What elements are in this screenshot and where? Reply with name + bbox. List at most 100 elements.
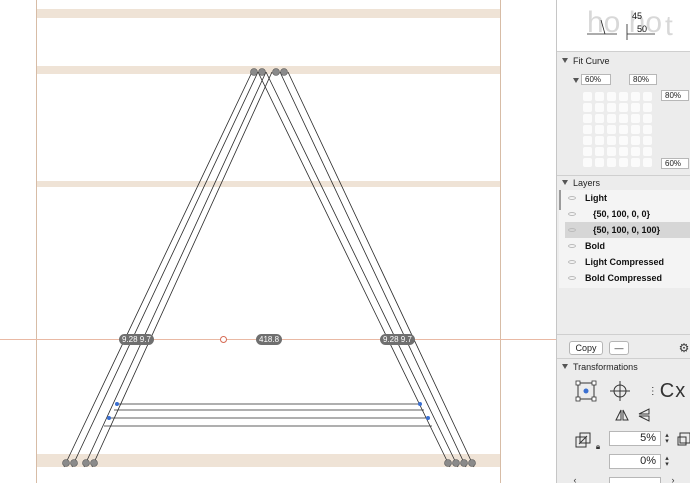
layer-visibility-icon[interactable] (568, 276, 576, 280)
layer-row-selected[interactable]: {50, 100, 0, 100} (565, 222, 690, 238)
fit-curve-cell[interactable] (595, 92, 604, 101)
layer-row[interactable]: Light (565, 190, 690, 206)
layer-visibility-icon[interactable] (568, 244, 576, 248)
layers-header[interactable]: Layers (557, 176, 690, 190)
fit-curve-cell[interactable] (631, 158, 640, 167)
fit-curve-cell[interactable] (607, 103, 616, 112)
fit-curve-cell[interactable] (631, 125, 640, 134)
fit-curve-cell[interactable] (631, 114, 640, 123)
fit-curve-cell[interactable] (583, 125, 592, 134)
anchor-point[interactable] (444, 459, 452, 467)
fit-curve-cell[interactable] (643, 103, 652, 112)
anchor-point[interactable] (258, 68, 266, 76)
anchor-point[interactable] (460, 459, 468, 467)
layer-row[interactable]: Bold (565, 238, 690, 254)
disclosure-triangle-icon[interactable] (562, 364, 568, 369)
layers-scrollbar[interactable] (559, 190, 561, 210)
outline-path[interactable] (91, 71, 273, 468)
disclosure-triangle-icon[interactable] (562, 58, 568, 63)
fit-curve-cell[interactable] (607, 125, 616, 134)
fit-curve-cell[interactable] (583, 158, 592, 167)
anchor-point[interactable] (107, 416, 111, 420)
anchor-point[interactable] (62, 459, 70, 467)
anchor-point[interactable] (115, 402, 119, 406)
anchor-point[interactable] (272, 68, 280, 76)
lock-icon[interactable]: 🔒︎ (593, 442, 603, 452)
scale-field[interactable]: 5% (609, 431, 661, 446)
layer-row[interactable]: {50, 100, 0, 0} (565, 206, 690, 222)
disclosure-triangle-icon[interactable] (562, 180, 568, 185)
outline-path[interactable] (279, 71, 467, 468)
outline-path[interactable] (63, 71, 253, 468)
fit-curve-cell[interactable] (643, 147, 652, 156)
chevron-left-icon[interactable]: ‹ (571, 475, 579, 483)
fit-curve-cell[interactable] (595, 158, 604, 167)
outline-path[interactable] (83, 71, 267, 468)
fit-curve-cell[interactable] (631, 92, 640, 101)
fit-curve-left-field[interactable]: 60% (581, 74, 611, 85)
fit-curve-cell[interactable] (583, 92, 592, 101)
outline-path[interactable] (257, 71, 451, 468)
slant-field[interactable]: 0% (609, 454, 661, 469)
fit-curve-cell[interactable] (607, 158, 616, 167)
anchor-point[interactable] (82, 459, 90, 467)
fit-curve-cell[interactable] (619, 136, 628, 145)
fit-curve-cell[interactable] (607, 114, 616, 123)
fit-curve-cell[interactable] (595, 114, 604, 123)
fit-curve-cell[interactable] (619, 103, 628, 112)
custom-origin-icon[interactable]: ⋮ Cx (643, 379, 690, 403)
bounding-box-origin-icon[interactable] (575, 380, 597, 402)
fit-curve-cell[interactable] (607, 92, 616, 101)
fit-curve-header[interactable]: Fit Curve (557, 54, 690, 68)
fit-curve-cell[interactable] (643, 125, 652, 134)
layer-visibility-icon[interactable] (568, 228, 576, 232)
fit-curve-right-bottom-field[interactable]: 60% (661, 158, 689, 169)
rotate-field[interactable] (609, 477, 661, 483)
anchor-point[interactable] (70, 459, 78, 467)
fit-curve-cell[interactable] (643, 114, 652, 123)
layer-visibility-icon[interactable] (568, 260, 576, 264)
fit-curve-cell[interactable] (643, 136, 652, 145)
fit-curve-cell[interactable] (595, 125, 604, 134)
fit-curve-cell[interactable] (619, 147, 628, 156)
fit-curve-cell[interactable] (607, 136, 616, 145)
anchor-point[interactable] (452, 459, 460, 467)
scale-stepper-icon[interactable]: ▴ ▾ (663, 431, 671, 446)
fit-curve-cell[interactable] (619, 125, 628, 134)
anchor-point[interactable] (426, 416, 430, 420)
fit-curve-cell[interactable] (583, 114, 592, 123)
outline-path[interactable] (287, 71, 475, 468)
fit-curve-cell[interactable] (583, 103, 592, 112)
fit-curve-cell[interactable] (643, 92, 652, 101)
gear-icon[interactable]: ⚙ (677, 340, 690, 356)
fit-curve-cell[interactable] (619, 92, 628, 101)
layer-visibility-icon[interactable] (568, 196, 576, 200)
anchor-point[interactable] (468, 459, 476, 467)
transformations-header[interactable]: Transformations (557, 360, 690, 374)
fit-curve-cell[interactable] (595, 103, 604, 112)
flip-horizontal-icon[interactable] (615, 408, 629, 422)
outline-path[interactable] (71, 71, 259, 468)
anchor-point[interactable] (280, 68, 288, 76)
fit-curve-right-top-field[interactable]: 80% (661, 90, 689, 101)
fit-curve-cell[interactable] (631, 147, 640, 156)
crosshair-origin-icon[interactable] (609, 380, 631, 402)
kerning-preview[interactable]: ho ho t 45 50 (557, 0, 690, 52)
remove-layer-button[interactable]: — (609, 341, 629, 355)
anchor-point[interactable] (250, 68, 258, 76)
layer-row[interactable]: Bold Compressed (565, 270, 690, 286)
fit-curve-cell[interactable] (619, 158, 628, 167)
layer-visibility-icon[interactable] (568, 212, 576, 216)
flip-vertical-icon[interactable] (637, 408, 651, 422)
fit-curve-cell[interactable] (607, 147, 616, 156)
copy-button[interactable]: Copy (569, 341, 603, 355)
chevron-right-icon[interactable]: › (669, 475, 677, 483)
layer-row[interactable]: Light Compressed (565, 254, 690, 270)
fit-curve-grid[interactable] (583, 92, 659, 172)
fit-curve-cell[interactable] (595, 147, 604, 156)
measurement-origin-dot[interactable] (220, 336, 227, 343)
fit-curve-cell[interactable] (619, 114, 628, 123)
fit-curve-cell[interactable] (595, 136, 604, 145)
anchor-point[interactable] (418, 402, 422, 406)
fit-curve-cell[interactable] (631, 103, 640, 112)
